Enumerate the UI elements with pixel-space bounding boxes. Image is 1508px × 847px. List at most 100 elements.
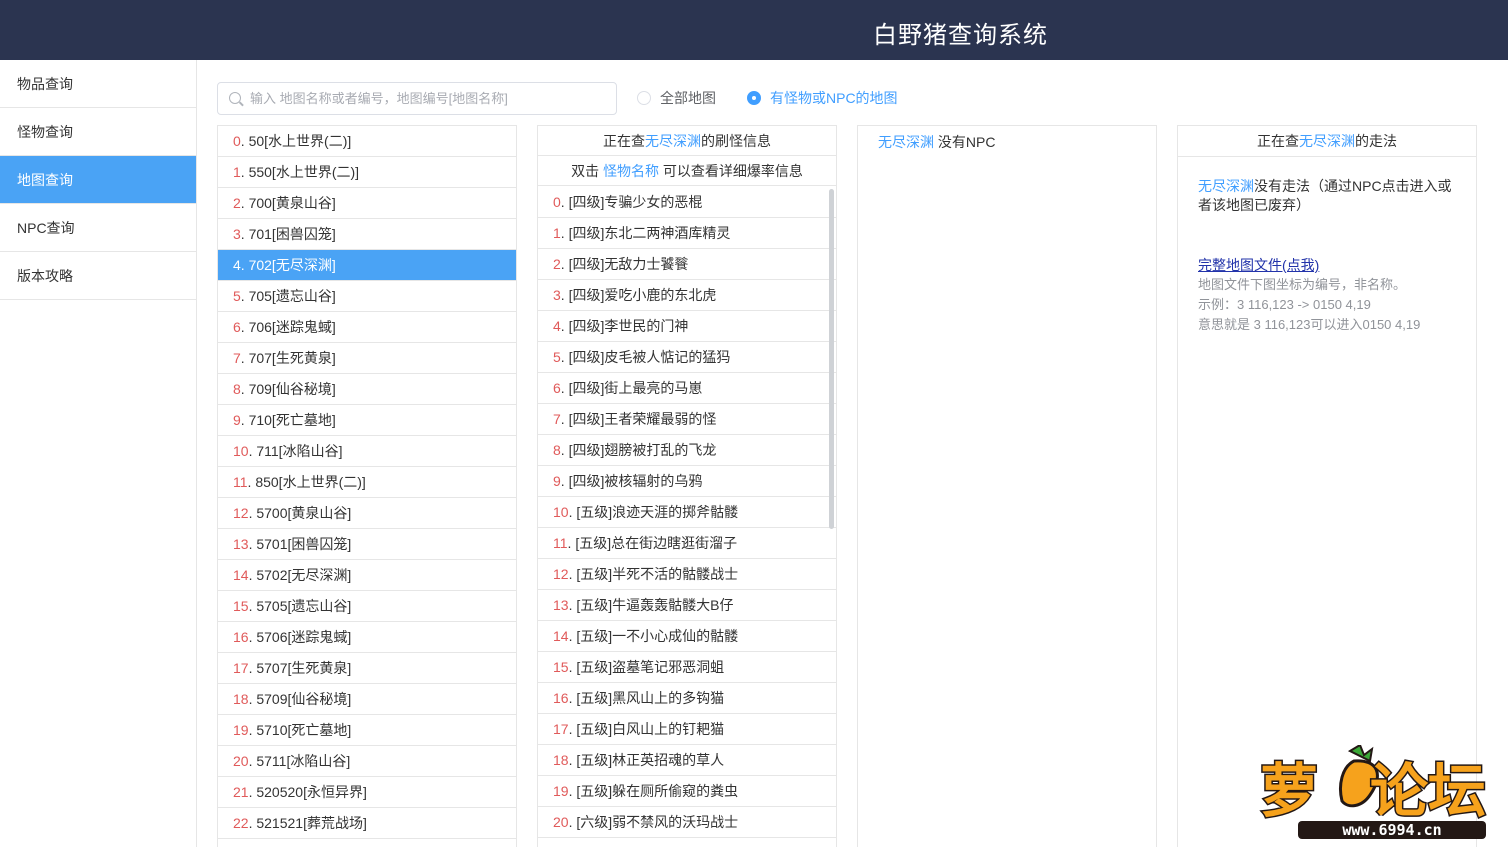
monster-list-item[interactable]: 20. [六级]弱不禁风的沃玛战士 xyxy=(538,807,836,838)
monster-index: 10 xyxy=(553,504,569,520)
map-label: 705[遗忘山谷] xyxy=(248,288,336,304)
map-list-item[interactable]: 19. 5710[死亡墓地] xyxy=(218,715,516,746)
map-list-item[interactable]: 21. 520520[永恒异界] xyxy=(218,777,516,808)
map-label: 5710[死亡墓地] xyxy=(256,722,352,738)
map-list-item[interactable]: 10. 711[冰陷山谷] xyxy=(218,436,516,467)
map-index: 20 xyxy=(233,753,249,769)
map-label: 5702[无尽深渊] xyxy=(256,567,352,583)
monster-label: [四级]爱吃小鹿的东北虎 xyxy=(568,287,717,303)
map-label: 5700[黄泉山谷] xyxy=(256,505,352,521)
monster-list-item[interactable]: 1. [四级]东北二两神酒库精灵 xyxy=(538,218,836,249)
map-list-item[interactable]: 12. 5700[黄泉山谷] xyxy=(218,498,516,529)
map-search-input[interactable] xyxy=(250,83,610,114)
filter-maps-with-monsters-label: 有怪物或NPC的地图 xyxy=(770,90,898,106)
monster-index: 15 xyxy=(553,659,569,675)
monster-list-item[interactable]: 8. [四级]翅膀被打乱的飞龙 xyxy=(538,435,836,466)
map-index: 2 xyxy=(233,195,241,211)
monster-label: [四级]王者荣耀最弱的怪 xyxy=(568,411,717,427)
monster-list-scrollbar[interactable] xyxy=(829,189,834,529)
app-title: 白野猪查询系统 xyxy=(873,22,1048,49)
map-label: 520520[永恒异界] xyxy=(256,784,367,800)
monster-index: 18 xyxy=(553,752,569,768)
map-list-item[interactable]: 16. 5706[迷踪鬼蜮] xyxy=(218,622,516,653)
monster-label: [五级]牛逼轰轰骷髅大B仔 xyxy=(576,597,734,613)
map-list-item[interactable]: 8. 709[仙谷秘境] xyxy=(218,374,516,405)
monster-list-item[interactable]: 13. [五级]牛逼轰轰骷髅大B仔 xyxy=(538,590,836,621)
map-label: 5706[迷踪鬼蜮] xyxy=(256,629,352,645)
monster-list-item[interactable]: 7. [四级]王者荣耀最弱的怪 xyxy=(538,404,836,435)
map-list-item[interactable]: 0. 50[水上世界(二)] xyxy=(218,126,516,157)
map-index: 8 xyxy=(233,381,241,397)
monster-list-item[interactable]: 15. [五级]盗墓笔记邪恶洞蛆 xyxy=(538,652,836,683)
sidebar-item-npc-query[interactable]: NPC查询 xyxy=(0,204,196,252)
monster-list-item[interactable]: 12. [五级]半死不活的骷髅战士 xyxy=(538,559,836,590)
map-list-item[interactable]: 1. 550[水上世界(二)] xyxy=(218,157,516,188)
map-list-item[interactable]: 15. 5705[遗忘山谷] xyxy=(218,591,516,622)
map-list-item[interactable]: 11. 850[水上世界(二)] xyxy=(218,467,516,498)
map-list-item-selected[interactable]: 4. 702[无尽深渊] xyxy=(218,250,516,281)
filter-all-maps-radio[interactable]: 全部地图 xyxy=(637,88,716,108)
monster-index: 8 xyxy=(553,442,561,458)
map-index: 14 xyxy=(233,567,249,583)
monster-index: 3 xyxy=(553,287,561,303)
map-index: 13 xyxy=(233,536,249,552)
map-list-item[interactable]: 13. 5701[困兽囚笼] xyxy=(218,529,516,560)
map-label: 701[困兽囚笼] xyxy=(248,226,336,242)
map-list-item[interactable]: 3. 701[困兽囚笼] xyxy=(218,219,516,250)
map-label: 710[死亡墓地] xyxy=(248,412,336,428)
map-index: 1 xyxy=(233,164,241,180)
monster-list-item[interactable]: 17. [五级]白风山上的钉耙猫 xyxy=(538,714,836,745)
monster-index: 4 xyxy=(553,318,561,334)
monster-panel: 正在查无尽深渊的刷怪信息 双击 怪物名称 可以查看详细爆率信息 0. [四级]专… xyxy=(537,125,837,847)
sidebar-item-monster-query[interactable]: 怪物查询 xyxy=(0,108,196,156)
walk-panel-header: 正在查无尽深渊的走法 xyxy=(1178,126,1476,157)
filter-maps-with-monsters-radio[interactable]: 有怪物或NPC的地图 xyxy=(747,88,898,108)
monster-list-item[interactable]: 5. [四级]皮毛被人惦记的猛犸 xyxy=(538,342,836,373)
monster-label: [四级]东北二两神酒库精灵 xyxy=(568,225,731,241)
hint-monster-name: 怪物名称 xyxy=(603,163,659,179)
map-list-item[interactable]: 7. 707[生死黄泉] xyxy=(218,343,516,374)
monster-index: 1 xyxy=(553,225,561,241)
map-list-item[interactable]: 22. 521521[葬荒战场] xyxy=(218,808,516,839)
monster-label: [四级]皮毛被人惦记的猛犸 xyxy=(568,349,731,365)
sidebar-item-map-query[interactable]: 地图查询 xyxy=(0,156,196,204)
sidebar-item-guide[interactable]: 版本攻略 xyxy=(0,252,196,300)
map-list-item[interactable]: 17. 5707[生死黄泉] xyxy=(218,653,516,684)
header-suffix: 的刷怪信息 xyxy=(701,133,771,149)
monster-index: 12 xyxy=(553,566,569,582)
walk-panel: 正在查无尽深渊的走法 无尽深渊没有走法（通过NPC点击进入或者该地图已废弃） 完… xyxy=(1177,125,1477,847)
map-list-item[interactable]: 18. 5709[仙谷秘境] xyxy=(218,684,516,715)
sidebar-item-item-query[interactable]: 物品查询 xyxy=(0,60,196,108)
monster-list-item[interactable]: 18. [五级]林正英招魂的草人 xyxy=(538,745,836,776)
map-list-item[interactable]: 14. 5702[无尽深渊] xyxy=(218,560,516,591)
monster-list-item[interactable]: 14. [五级]一不小心成仙的骷髅 xyxy=(538,621,836,652)
current-map-name: 无尽深渊 xyxy=(1299,133,1355,149)
main-content: 全部地图 有怪物或NPC的地图 0. 50[水上世界(二)] 1. 550[水上… xyxy=(197,60,1508,847)
map-label: 5707[生死黄泉] xyxy=(256,660,352,676)
map-label: 5711[冰陷山谷] xyxy=(256,753,351,769)
map-list-item[interactable]: 2. 700[黄泉山谷] xyxy=(218,188,516,219)
map-list-item[interactable]: 20. 5711[冰陷山谷] xyxy=(218,746,516,777)
monster-list-item[interactable]: 19. [五级]躲在厕所偷窥的粪虫 xyxy=(538,776,836,807)
map-label: 706[迷踪鬼蜮] xyxy=(248,319,336,335)
monster-label: [五级]黑风山上的多钩猫 xyxy=(576,690,725,706)
monster-list-item[interactable]: 16. [五级]黑风山上的多钩猫 xyxy=(538,683,836,714)
map-list-item[interactable]: 6. 706[迷踪鬼蜮] xyxy=(218,312,516,343)
map-list-item[interactable]: 5. 705[遗忘山谷] xyxy=(218,281,516,312)
monster-list-item[interactable]: 11. [五级]总在街边瞎逛街溜子 xyxy=(538,528,836,559)
monster-list-item[interactable]: 10. [五级]浪迹天涯的掷斧骷髅 xyxy=(538,497,836,528)
monster-list-item[interactable]: 2. [四级]无敌力士饕餮 xyxy=(538,249,836,280)
svg-text:www.6994.cn: www.6994.cn xyxy=(1342,821,1441,839)
svg-text:论坛: 论坛 xyxy=(1370,757,1486,825)
monster-list-item[interactable]: 3. [四级]爱吃小鹿的东北虎 xyxy=(538,280,836,311)
monster-index: 16 xyxy=(553,690,569,706)
monster-index: 19 xyxy=(553,783,569,799)
monster-list-item[interactable]: 6. [四级]街上最亮的马崽 xyxy=(538,373,836,404)
monster-panel-hint: 双击 怪物名称 可以查看详细爆率信息 xyxy=(538,156,836,186)
monster-list-item[interactable]: 9. [四级]被核辐射的乌鸦 xyxy=(538,466,836,497)
monster-list-item[interactable]: 0. [四级]专骗少女的恶棍 xyxy=(538,187,836,218)
monster-list-item[interactable]: 4. [四级]李世民的门神 xyxy=(538,311,836,342)
map-list-item[interactable]: 9. 710[死亡墓地] xyxy=(218,405,516,436)
full-map-file-link[interactable]: 完整地图文件(点我) xyxy=(1198,255,1319,275)
map-index: 16 xyxy=(233,629,249,645)
